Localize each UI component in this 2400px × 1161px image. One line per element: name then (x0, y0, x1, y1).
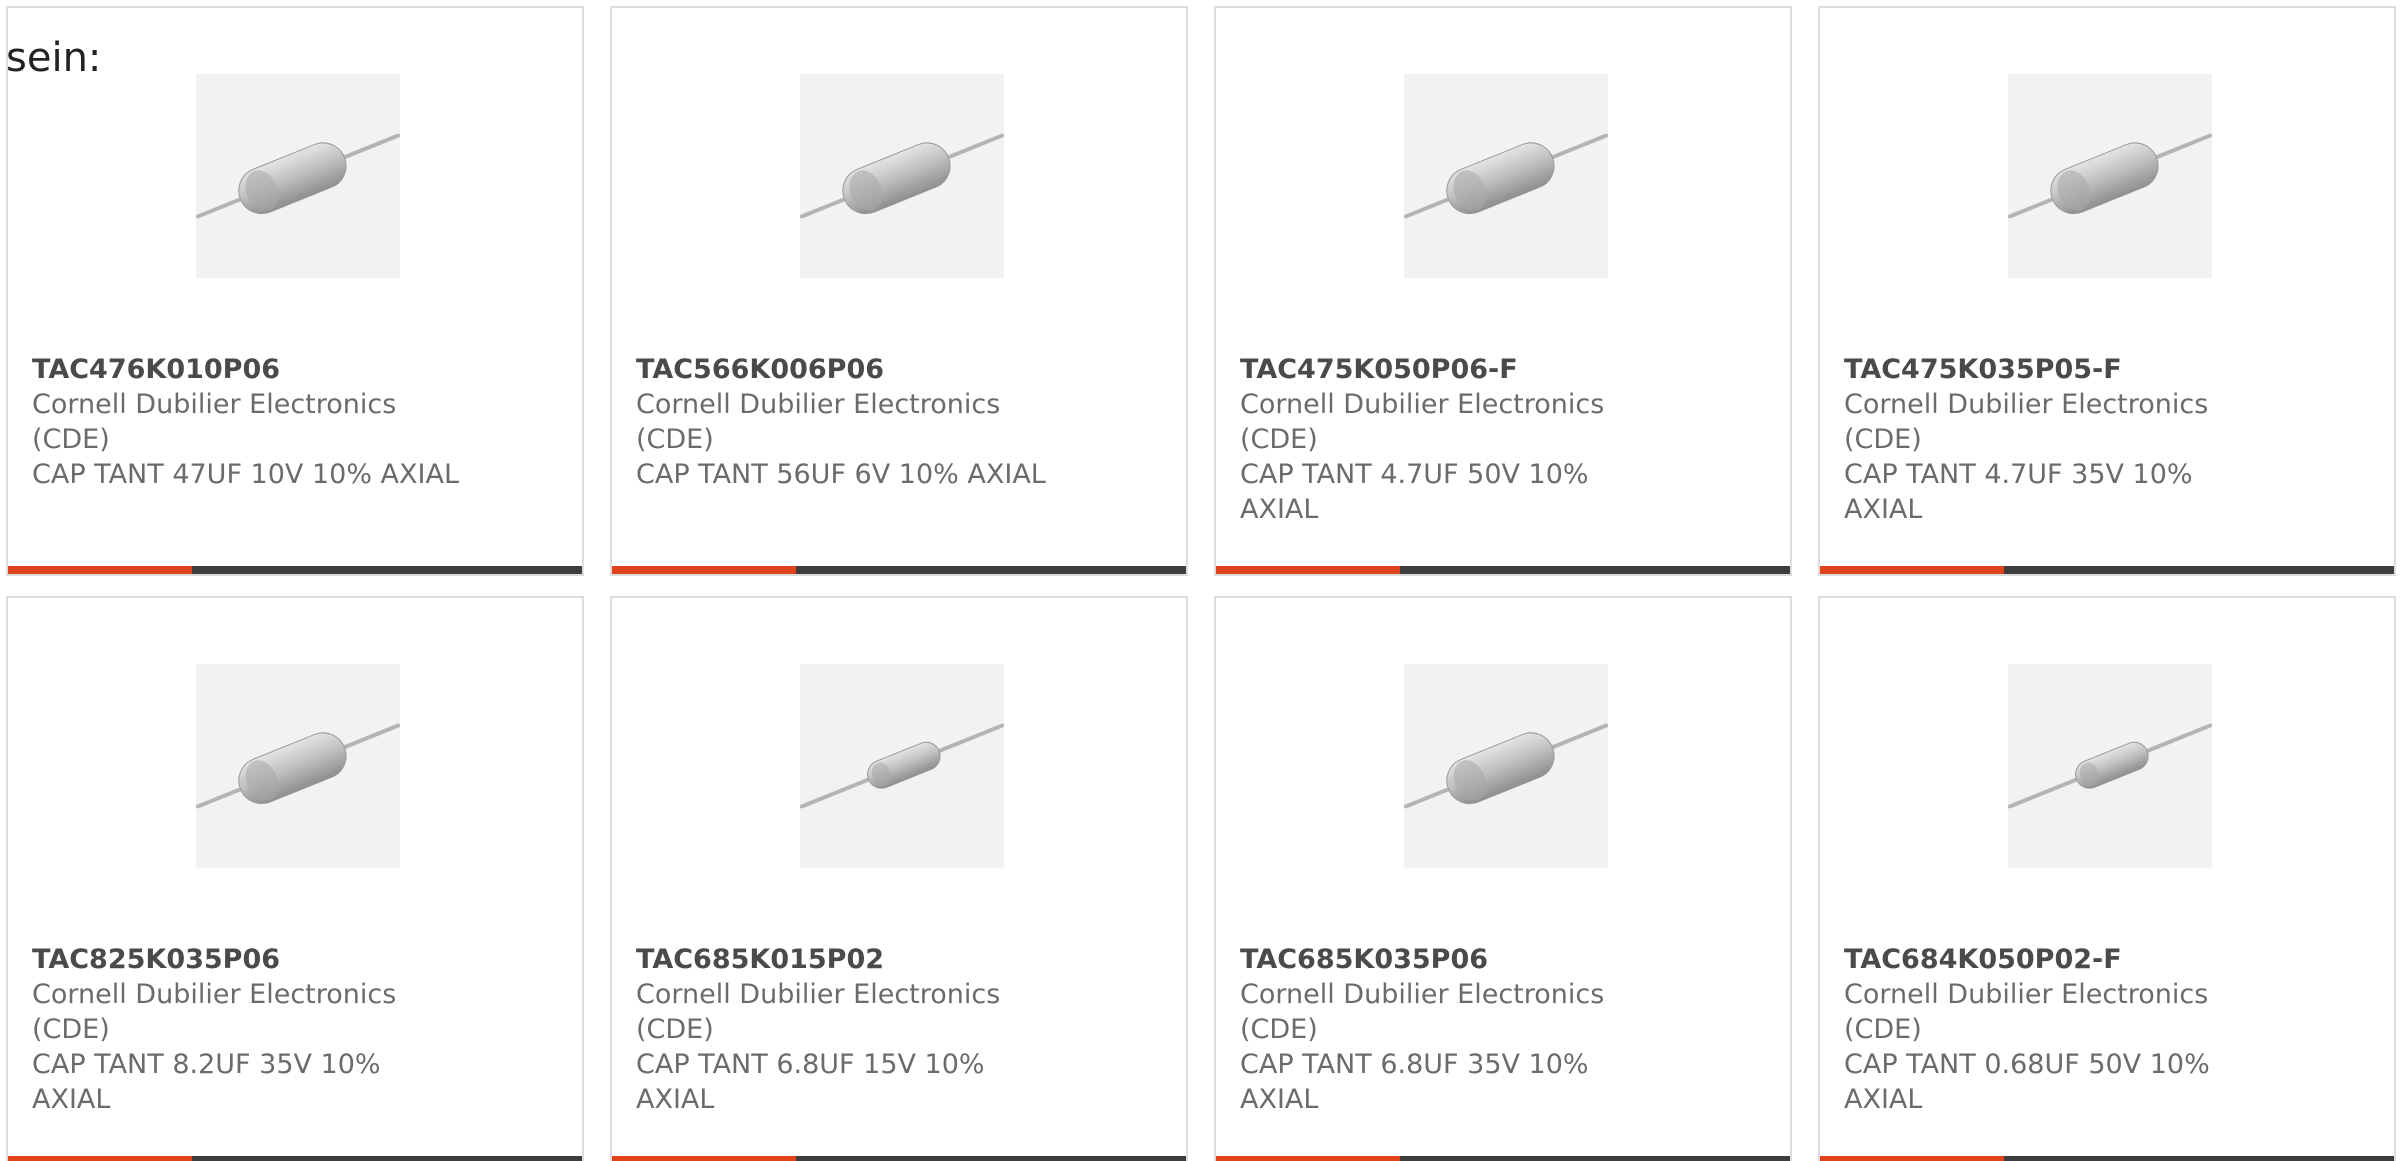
card-footer-accent (612, 1156, 796, 1161)
axial-capacitor-large-icon (1404, 133, 1608, 219)
part-number[interactable]: TAC476K010P06 (32, 352, 462, 387)
card-footer-accent (1216, 566, 1400, 574)
product-image[interactable] (196, 664, 400, 868)
part-number[interactable]: TAC475K035P05-F (1844, 352, 2274, 387)
manufacturer: Cornell Dubilier Electronics (CDE) (32, 979, 397, 1045)
card-footer-accent (612, 566, 796, 574)
product-image[interactable] (1404, 74, 1608, 278)
product-card[interactable]: TAC476K010P06 Cornell Dubilier Electroni… (6, 6, 584, 576)
axial-capacitor-large-icon (2008, 133, 2212, 219)
product-info: TAC685K035P06 Cornell Dubilier Electroni… (1240, 942, 1670, 1117)
description: CAP TANT 4.7UF 35V 10% AXIAL (1844, 459, 2193, 525)
card-footer-accent (1820, 566, 2004, 574)
product-image[interactable] (2008, 74, 2212, 278)
card-footer-accent (1820, 1156, 2004, 1161)
description: CAP TANT 56UF 6V 10% AXIAL (636, 459, 1046, 490)
axial-capacitor-large-icon (196, 133, 400, 219)
manufacturer: Cornell Dubilier Electronics (CDE) (1844, 979, 2209, 1045)
product-grid: TAC476K010P06 Cornell Dubilier Electroni… (6, 6, 2396, 1161)
part-number[interactable]: TAC684K050P02-F (1844, 942, 2274, 977)
card-footer-bar (612, 566, 1186, 574)
product-image[interactable] (800, 664, 1004, 868)
product-image[interactable] (800, 74, 1004, 278)
product-card[interactable]: TAC825K035P06 Cornell Dubilier Electroni… (6, 596, 584, 1161)
card-footer-bar (612, 1156, 1186, 1161)
card-footer-bar (8, 566, 582, 574)
product-card[interactable]: TAC685K035P06 Cornell Dubilier Electroni… (1214, 596, 1792, 1161)
product-image[interactable] (2008, 664, 2212, 868)
card-footer-bar (1216, 566, 1790, 574)
axial-capacitor-large-icon (800, 133, 1004, 219)
description: CAP TANT 0.68UF 50V 10% AXIAL (1844, 1049, 2210, 1115)
card-footer-bar (1216, 1156, 1790, 1161)
axial-capacitor-small-icon (2008, 723, 2212, 809)
part-number[interactable]: TAC475K050P06-F (1240, 352, 1670, 387)
description: CAP TANT 6.8UF 35V 10% AXIAL (1240, 1049, 1589, 1115)
product-image[interactable] (1404, 664, 1608, 868)
axial-capacitor-small-icon (800, 723, 1004, 809)
product-card[interactable]: TAC475K050P06-F Cornell Dubilier Electro… (1214, 6, 1792, 576)
product-info: TAC475K050P06-F Cornell Dubilier Electro… (1240, 352, 1670, 527)
product-image[interactable] (196, 74, 400, 278)
part-number[interactable]: TAC825K035P06 (32, 942, 462, 977)
product-info: TAC566K006P06 Cornell Dubilier Electroni… (636, 352, 1066, 492)
product-card[interactable]: TAC685K015P02 Cornell Dubilier Electroni… (610, 596, 1188, 1161)
card-footer-accent (8, 566, 192, 574)
manufacturer: Cornell Dubilier Electronics (CDE) (636, 979, 1001, 1045)
part-number[interactable]: TAC566K006P06 (636, 352, 1066, 387)
intro-text: sein: (6, 35, 102, 81)
part-number[interactable]: TAC685K035P06 (1240, 942, 1670, 977)
manufacturer: Cornell Dubilier Electronics (CDE) (32, 389, 397, 455)
manufacturer: Cornell Dubilier Electronics (CDE) (1240, 979, 1605, 1045)
product-card[interactable]: TAC684K050P02-F Cornell Dubilier Electro… (1818, 596, 2396, 1161)
description: CAP TANT 47UF 10V 10% AXIAL (32, 459, 460, 490)
product-info: TAC476K010P06 Cornell Dubilier Electroni… (32, 352, 462, 492)
axial-capacitor-large-icon (196, 723, 400, 809)
product-card[interactable]: TAC475K035P05-F Cornell Dubilier Electro… (1818, 6, 2396, 576)
product-card[interactable]: TAC566K006P06 Cornell Dubilier Electroni… (610, 6, 1188, 576)
description: CAP TANT 8.2UF 35V 10% AXIAL (32, 1049, 381, 1115)
description: CAP TANT 6.8UF 15V 10% AXIAL (636, 1049, 985, 1115)
card-footer-bar (8, 1156, 582, 1161)
card-footer-accent (1216, 1156, 1400, 1161)
card-footer-accent (8, 1156, 192, 1161)
product-info: TAC684K050P02-F Cornell Dubilier Electro… (1844, 942, 2274, 1117)
manufacturer: Cornell Dubilier Electronics (CDE) (636, 389, 1001, 455)
card-footer-bar (1820, 1156, 2394, 1161)
manufacturer: Cornell Dubilier Electronics (CDE) (1844, 389, 2209, 455)
part-number[interactable]: TAC685K015P02 (636, 942, 1066, 977)
card-footer-bar (1820, 566, 2394, 574)
manufacturer: Cornell Dubilier Electronics (CDE) (1240, 389, 1605, 455)
description: CAP TANT 4.7UF 50V 10% AXIAL (1240, 459, 1589, 525)
page: sein: TAC476K010P06 Cornell Dubilier Ele… (0, 0, 2400, 1161)
product-info: TAC825K035P06 Cornell Dubilier Electroni… (32, 942, 462, 1117)
product-info: TAC685K015P02 Cornell Dubilier Electroni… (636, 942, 1066, 1117)
product-info: TAC475K035P05-F Cornell Dubilier Electro… (1844, 352, 2274, 527)
axial-capacitor-large-icon (1404, 723, 1608, 809)
